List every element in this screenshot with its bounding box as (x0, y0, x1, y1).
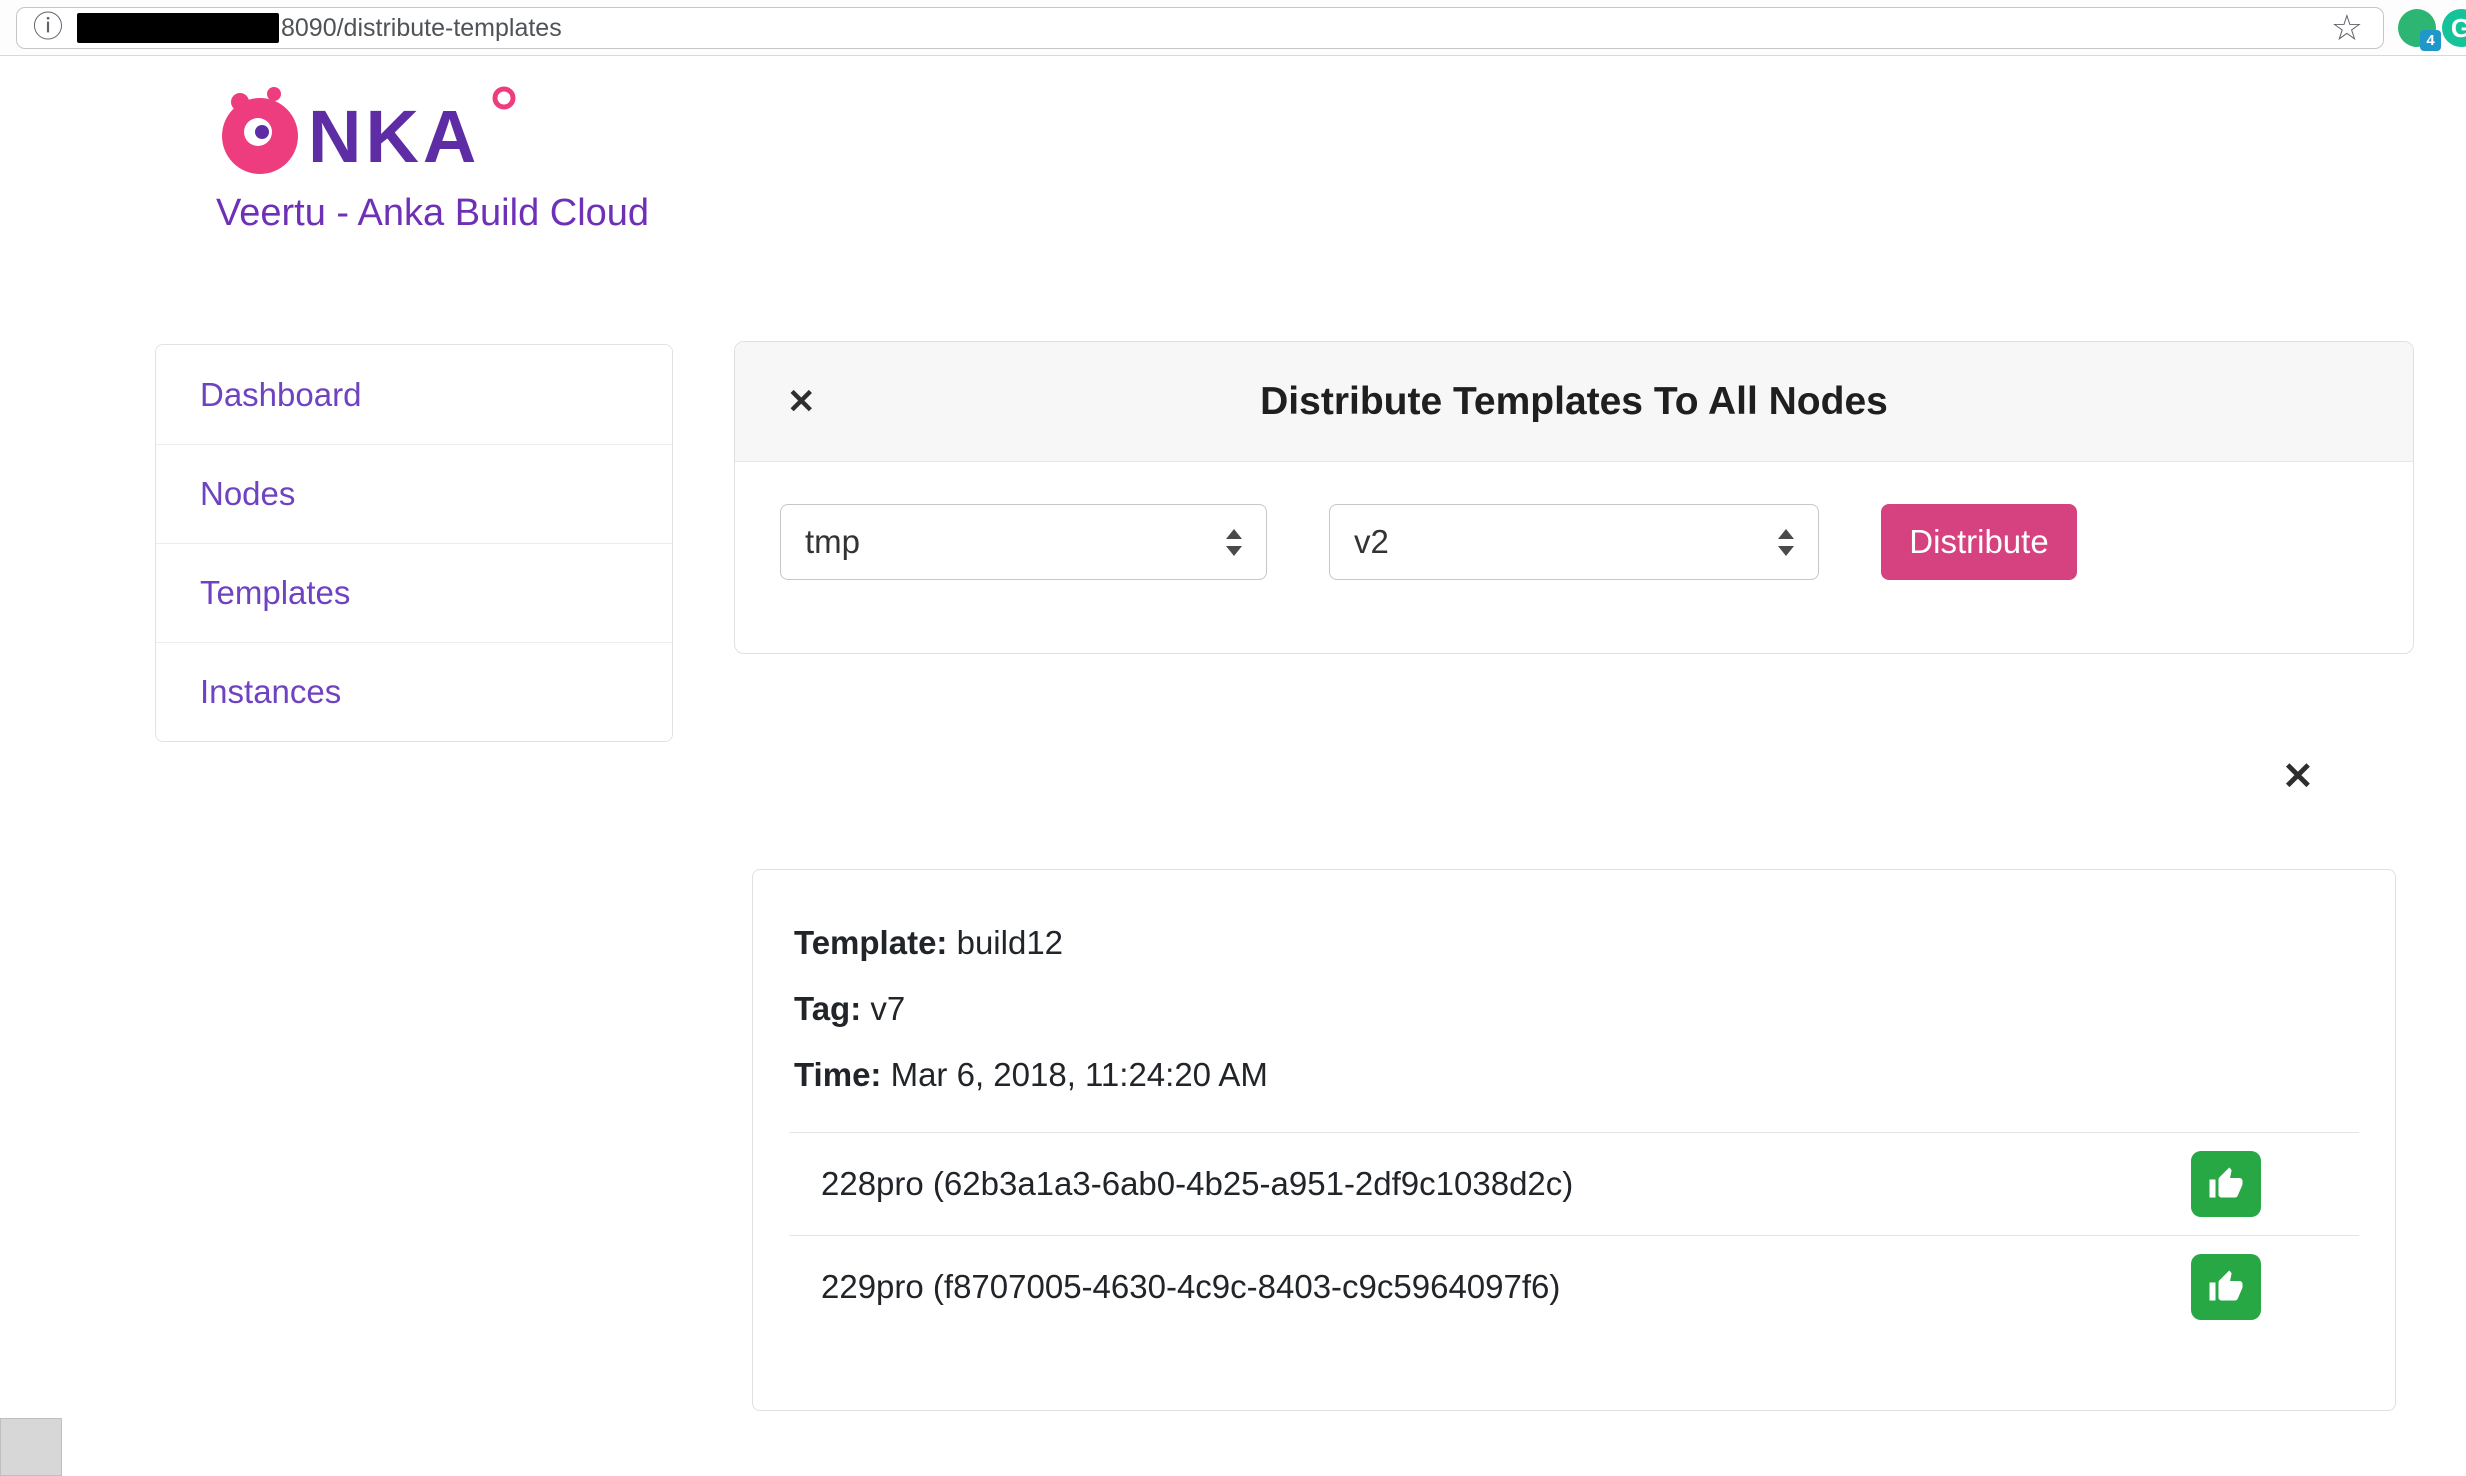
thumbs-up-button[interactable] (2191, 1254, 2261, 1320)
grammarly-letter: G (2451, 13, 2466, 44)
time-field-value: Mar 6, 2018, 11:24:20 AM (891, 1056, 1268, 1093)
anka-logo: NKA (212, 80, 530, 190)
corner-resize-box (0, 1418, 62, 1476)
redacted-url-segment (77, 13, 279, 43)
tag-field: Tag: v7 (794, 990, 2355, 1028)
page-info-icon[interactable]: ⓘ (33, 13, 63, 43)
close-icon[interactable]: ✕ (787, 385, 816, 419)
template-field: Template: build12 (794, 924, 2355, 962)
template-field-label: Template: (794, 924, 947, 961)
browser-chrome: ⓘ 8090/distribute-templates ☆ 4 G (0, 0, 2466, 56)
sidebar-item-dashboard[interactable]: Dashboard (156, 345, 672, 444)
extension-badge: 4 (2420, 30, 2441, 51)
node-row: 229pro (f8707005-4630-4c9c-8403-c9c59640… (789, 1235, 2359, 1338)
extension-icon[interactable]: 4 (2398, 9, 2436, 47)
tag-select-value: v2 (1354, 523, 1389, 561)
brand-subtitle: Veertu - Anka Build Cloud (216, 192, 649, 235)
url-text[interactable]: 8090/distribute-templates (281, 14, 562, 43)
distribute-button[interactable]: Distribute (1881, 504, 2077, 580)
sidebar-item-instances[interactable]: Instances (156, 642, 672, 741)
thumbs-up-icon (2208, 1166, 2244, 1202)
sidebar-item-templates[interactable]: Templates (156, 543, 672, 642)
distribute-panel-body: tmp v2 Distribute (735, 462, 2413, 653)
node-name: 228pro (62b3a1a3-6ab0-4b25-a951-2df9c103… (821, 1165, 1573, 1203)
result-panel: Template: build12 Tag: v7 Time: Mar 6, 2… (752, 869, 2396, 1411)
page: ⓘ 8090/distribute-templates ☆ 4 G NKA Ve… (0, 0, 2466, 1476)
select-arrows-icon (1226, 529, 1242, 556)
node-row: 228pro (62b3a1a3-6ab0-4b25-a951-2df9c103… (789, 1132, 2359, 1235)
result-fields: Template: build12 Tag: v7 Time: Mar 6, 2… (753, 870, 2395, 1094)
logo-text: NKA (308, 95, 480, 178)
tag-field-label: Tag: (794, 990, 861, 1027)
time-field-label: Time: (794, 1056, 881, 1093)
sidebar-nav: Dashboard Nodes Templates Instances (155, 344, 673, 742)
template-field-value: build12 (957, 924, 1063, 961)
node-name: 229pro (f8707005-4630-4c9c-8403-c9c59640… (821, 1268, 1560, 1306)
select-arrows-icon (1778, 529, 1794, 556)
distribute-panel-header: ✕ Distribute Templates To All Nodes (735, 342, 2413, 462)
template-select-value: tmp (805, 523, 860, 561)
time-field: Time: Mar 6, 2018, 11:24:20 AM (794, 1056, 2355, 1094)
distribute-panel: ✕ Distribute Templates To All Nodes tmp … (734, 341, 2414, 654)
template-select[interactable]: tmp (780, 504, 1267, 580)
node-list: 228pro (62b3a1a3-6ab0-4b25-a951-2df9c103… (789, 1132, 2359, 1338)
logo-pig-icon (222, 87, 298, 174)
tag-select[interactable]: v2 (1329, 504, 1819, 580)
result-close-icon[interactable]: ✕ (2282, 758, 2314, 796)
grammarly-icon[interactable]: G (2442, 9, 2466, 47)
thumbs-up-button[interactable] (2191, 1151, 2261, 1217)
address-bar[interactable]: ⓘ 8090/distribute-templates ☆ (16, 7, 2384, 49)
thumbs-up-icon (2208, 1269, 2244, 1305)
distribute-panel-title: Distribute Templates To All Nodes (1260, 380, 1888, 424)
tag-field-value: v7 (870, 990, 905, 1027)
logo-antenna-dot (495, 89, 513, 107)
bookmark-star-icon[interactable]: ☆ (2331, 10, 2363, 46)
sidebar-item-nodes[interactable]: Nodes (156, 444, 672, 543)
